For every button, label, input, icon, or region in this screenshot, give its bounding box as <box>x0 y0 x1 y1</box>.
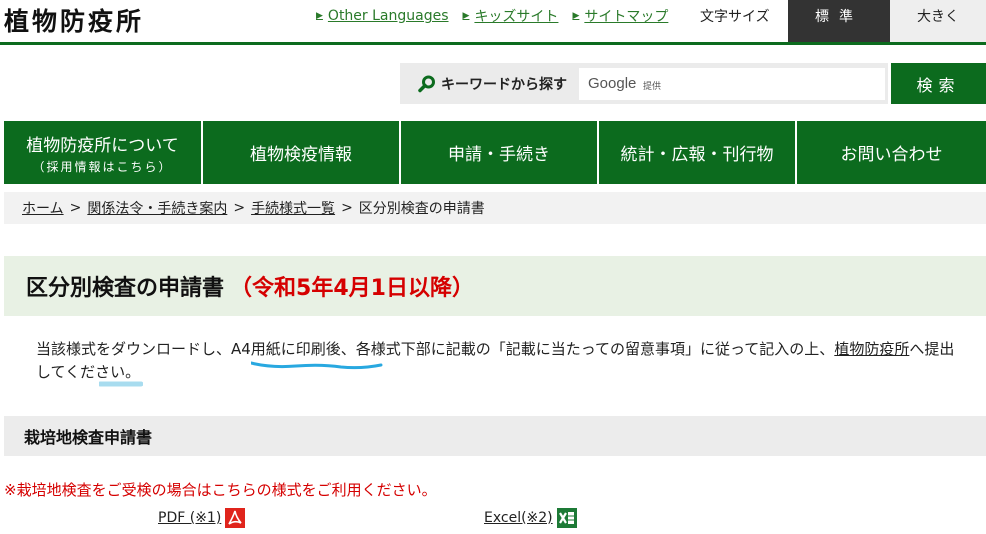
search-label-text: キーワードから探す <box>441 77 567 93</box>
highlight-scribble <box>251 361 383 370</box>
magnifier-icon <box>418 75 435 93</box>
search-label: キーワードから探す <box>418 74 567 94</box>
kids-site-link[interactable]: ▶ キッズサイト <box>463 6 559 26</box>
font-size-label: 文字サイズ <box>700 9 770 25</box>
nav-about-sub: （採用情報はこちら） <box>32 159 173 174</box>
nav-contact[interactable]: お問い合わせ <box>797 121 986 184</box>
page-title: 区分別検査の申請書 <box>26 276 225 301</box>
nav-applications-label: 申請・手続き <box>448 145 550 165</box>
page-title-box: 区分別検査の申請書 （令和5年4月1日以降） <box>4 256 986 316</box>
plant-protection-station-link[interactable]: 植物防疫所 <box>834 340 909 358</box>
nav-about-label: 植物防疫所について <box>26 135 179 156</box>
breadcrumb-forms[interactable]: 手続様式一覧 <box>251 198 335 218</box>
excel-icon <box>556 508 577 528</box>
sitemap-label: サイトマップ <box>584 9 669 25</box>
site-title[interactable]: 植物防疫所 <box>4 2 144 38</box>
intro-text-1: 当該様式をダウンロードし、A4用紙に印刷後、各様式下部に記載の「記載に当たっての… <box>36 340 835 358</box>
breadcrumb-separator: > <box>341 200 353 216</box>
other-languages-link[interactable]: ▶ Other Languages <box>316 6 449 26</box>
nav-statistics-label: 統計・広報・刊行物 <box>620 145 774 165</box>
excel-download-label: Excel(※2) <box>484 510 553 526</box>
nav-plant-quarantine-label: 植物検疫情報 <box>250 145 352 165</box>
breadcrumb-current: 区分別検査の申請書 <box>358 201 485 217</box>
breadcrumb: ホーム > 関係法令・手続き案内 > 手続様式一覧 > 区分別検査の申請書 <box>4 192 986 224</box>
sitemap-link[interactable]: ▶ サイトマップ <box>572 6 668 26</box>
google-logo: Google <box>588 75 637 92</box>
breadcrumb-home[interactable]: ホーム <box>22 198 64 218</box>
excel-download[interactable]: Excel(※2) <box>484 508 577 528</box>
font-size-standard-button[interactable]: 標準 <box>788 0 890 42</box>
breadcrumb-separator: > <box>69 200 82 216</box>
notice-text: ※栽培地検査をご受検の場合はこちらの様式をご利用ください。 <box>4 481 437 499</box>
nav-plant-quarantine[interactable]: 植物検疫情報 <box>203 121 399 184</box>
triangle-right-icon: ▶ <box>316 11 323 21</box>
pdf-download[interactable]: PDF (※1) <box>158 508 246 528</box>
header-divider <box>0 42 986 45</box>
intro-text: 当該様式をダウンロードし、A4用紙に印刷後、各様式下部に記載の「記載に当たっての… <box>36 338 956 384</box>
breadcrumb-separator: > <box>233 200 246 216</box>
google-provided-label: 提供 <box>643 82 662 92</box>
breadcrumb-laws[interactable]: 関係法令・手続き案内 <box>87 198 227 218</box>
page-title-date: （令和5年4月1日以降） <box>230 276 474 301</box>
other-languages-label: Other Languages <box>327 8 449 24</box>
kids-site-label: キッズサイト <box>474 9 559 25</box>
search-button[interactable]: 検索 <box>891 63 986 104</box>
global-nav: 植物防疫所について （採用情報はこちら） 植物検疫情報 申請・手続き 統計・広報… <box>4 121 986 184</box>
nav-contact-label: お問い合わせ <box>840 145 943 165</box>
font-size-large-button[interactable]: 大きく <box>890 0 986 42</box>
highlight-scribble <box>99 381 143 387</box>
search-box: キーワードから探す Google 提供 <box>400 63 888 104</box>
nav-applications[interactable]: 申請・手続き <box>401 121 597 184</box>
triangle-right-icon: ▶ <box>462 11 470 21</box>
pdf-icon <box>225 508 246 528</box>
nav-statistics[interactable]: 統計・広報・刊行物 <box>599 121 795 184</box>
section-heading: 栽培地検査申請書 <box>4 416 986 456</box>
triangle-right-icon: ▶ <box>572 11 580 21</box>
pdf-download-label: PDF (※1) <box>158 510 222 526</box>
nav-about[interactable]: 植物防疫所について （採用情報はこちら） <box>4 121 201 184</box>
top-links: ▶ Other Languages ▶ キッズサイト ▶ サイトマップ <box>316 6 682 26</box>
